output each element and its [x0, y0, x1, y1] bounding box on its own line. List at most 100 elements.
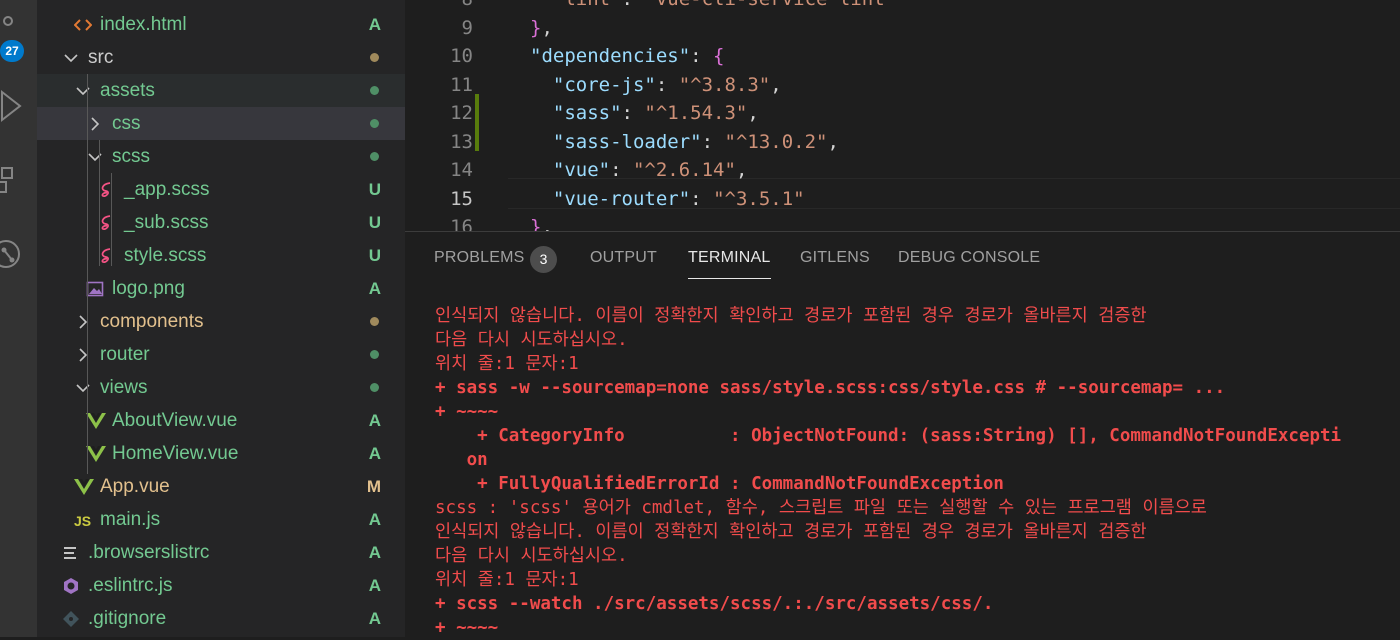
file-main-js[interactable]: JS main.js A — [37, 503, 405, 536]
sass-icon — [98, 247, 116, 265]
sass-icon — [98, 181, 116, 199]
file-gitignore[interactable]: .gitignore A — [37, 602, 405, 635]
code-line[interactable]: "core-js": "^3.8.3", — [530, 74, 782, 96]
image-icon — [86, 280, 104, 298]
code-token: "^13.0.2" — [724, 130, 828, 153]
code-line[interactable]: }, — [530, 216, 553, 231]
tree-item-label: views — [100, 377, 148, 398]
code-token: "vue" — [552, 159, 611, 181]
folder-css[interactable]: css — [37, 107, 405, 140]
file-browserslistrc[interactable]: .browserslistrc A — [37, 536, 405, 569]
extensions-icon — [0, 167, 13, 193]
vue-icon — [86, 445, 106, 463]
git-icon — [62, 610, 80, 628]
code-editor[interactable]: 8 "lint": "vue-cli-service lint" 9}, 10 "de… — [405, 0, 1400, 231]
file-homeview-vue[interactable]: HomeView.vue A — [37, 437, 405, 470]
remote-icon — [0, 240, 20, 268]
code-line[interactable]: "vue": "^2.6.14", — [530, 159, 748, 181]
chevron-right-icon — [74, 313, 92, 331]
file-app-vue[interactable]: App.vue M — [37, 470, 405, 503]
git-status-letter: A — [368, 510, 381, 529]
file-eslintrc-js[interactable]: .eslintrc.js A — [37, 569, 405, 602]
remote-explorer-button[interactable] — [0, 234, 37, 274]
folder-views[interactable]: views — [37, 371, 405, 404]
line-number: 15 — [450, 187, 473, 210]
terminal-line: 인식되지 않습니다. 이름이 정확한지 확인하고 경로가 포함된 경우 경로가 … — [435, 306, 1147, 326]
code-line[interactable]: "sass": "^1.54.3", — [530, 102, 759, 124]
code-token: , — [541, 216, 553, 231]
file-sub-scss[interactable]: _sub.scss U — [37, 206, 405, 239]
git-status-letter: A — [368, 609, 381, 628]
code-line[interactable]: }, — [530, 17, 553, 39]
tree-item-label: .gitignore — [88, 608, 167, 629]
file-app-scss[interactable]: _app.scss U — [37, 173, 405, 206]
terminal-line: 다음 다시 시도하십시오. — [435, 330, 628, 350]
source-control-badge: 27 — [0, 40, 24, 62]
tree-item-label: AboutView.vue — [112, 410, 238, 431]
file-logo-png[interactable]: logo.png A — [37, 272, 405, 305]
code-token: : — [610, 159, 633, 181]
terminal-line: + CategoryInfo : ObjectNotFound: (sass:S… — [435, 426, 1342, 446]
tab-gitlens[interactable]: GITLENS — [800, 249, 870, 267]
vue-icon — [86, 412, 106, 430]
folder-components[interactable]: components — [37, 305, 405, 338]
tree-item-label: router — [100, 344, 150, 365]
git-status-letter: A — [368, 576, 381, 595]
code-token: { — [713, 45, 725, 67]
code-token: "core-js" — [552, 73, 656, 96]
git-status-dot — [370, 119, 379, 128]
git-status-dot — [370, 53, 379, 62]
svg-text:JS: JS — [74, 513, 91, 529]
line-number: 13 — [450, 130, 473, 153]
indent-guide — [99, 140, 100, 266]
folder-router[interactable]: router — [37, 338, 405, 371]
file-aboutview-vue[interactable]: AboutView.vue A — [37, 404, 405, 437]
code-token: "dependencies" — [530, 45, 691, 67]
git-status-letter: A — [368, 444, 381, 463]
terminal-line: on — [435, 450, 488, 470]
code-token: : — [655, 73, 679, 96]
git-status-letter: U — [368, 213, 381, 232]
git-status-dot — [370, 350, 379, 359]
code-token: : — [621, 102, 645, 124]
sass-icon — [98, 214, 116, 232]
tab-debug-console[interactable]: DEBUG CONSOLE — [898, 249, 1040, 267]
tree-item-label: main.js — [100, 509, 161, 530]
code-line[interactable]: "vue-router": "^3.5.1" — [530, 188, 805, 210]
code-line[interactable]: "dependencies": { — [530, 45, 725, 67]
tab-problems[interactable]: PROBLEMS — [434, 249, 525, 267]
file-index-html[interactable]: index.html A — [37, 8, 405, 41]
git-status-letter: U — [368, 180, 381, 199]
folder-scss[interactable]: scss — [37, 140, 405, 173]
terminal-line: 인식되지 않습니다. 이름이 정확한지 확인하고 경로가 포함된 경우 경로가 … — [435, 522, 1147, 542]
chevron-right-icon — [86, 115, 104, 133]
tab-output[interactable]: OUTPUT — [590, 249, 657, 267]
explorer-tree: index.html Asrc assets css scss _app.scss U _su… — [37, 0, 405, 637]
code-token: "sass" — [552, 102, 622, 124]
folder-assets[interactable]: assets — [37, 74, 405, 107]
source-control-button[interactable]: 27 — [0, 14, 37, 62]
terminal-line: 위치 줄:1 문자:1 — [435, 570, 579, 590]
code-token: "^1.54.3" — [644, 102, 748, 124]
git-status-letter: A — [368, 411, 381, 430]
tab-terminal[interactable]: TERMINAL — [688, 249, 771, 279]
run-debug-button[interactable] — [0, 88, 37, 128]
file-style-scss[interactable]: style.scss U — [37, 239, 405, 272]
tree-item-label: index.html — [100, 14, 187, 35]
code-line[interactable]: "sass-loader": "^13.0.2", — [530, 131, 839, 153]
folder-src[interactable]: src — [37, 41, 405, 74]
git-status-letter: U — [368, 246, 381, 265]
vue-icon — [74, 478, 94, 496]
terminal-line: scss : 'scss' 용어가 cmdlet, 함수, 스크립트 파일 또는… — [435, 498, 1207, 518]
code-token: : — [701, 130, 725, 153]
code-token: "lint" — [553, 0, 622, 10]
chevron-down-icon — [62, 49, 80, 67]
git-status-dot — [370, 383, 379, 392]
git-status-letter: A — [368, 15, 381, 34]
line-number: 16 — [450, 216, 473, 231]
code-line[interactable]: "lint": "vue-cli-service lint" — [530, 0, 896, 10]
activity-bar: 27 — [0, 0, 37, 637]
indent-guide — [87, 74, 88, 474]
extensions-button[interactable] — [0, 160, 37, 200]
terminal-line: + sass -w --sourcemap=none sass/style.sc… — [435, 378, 1226, 398]
